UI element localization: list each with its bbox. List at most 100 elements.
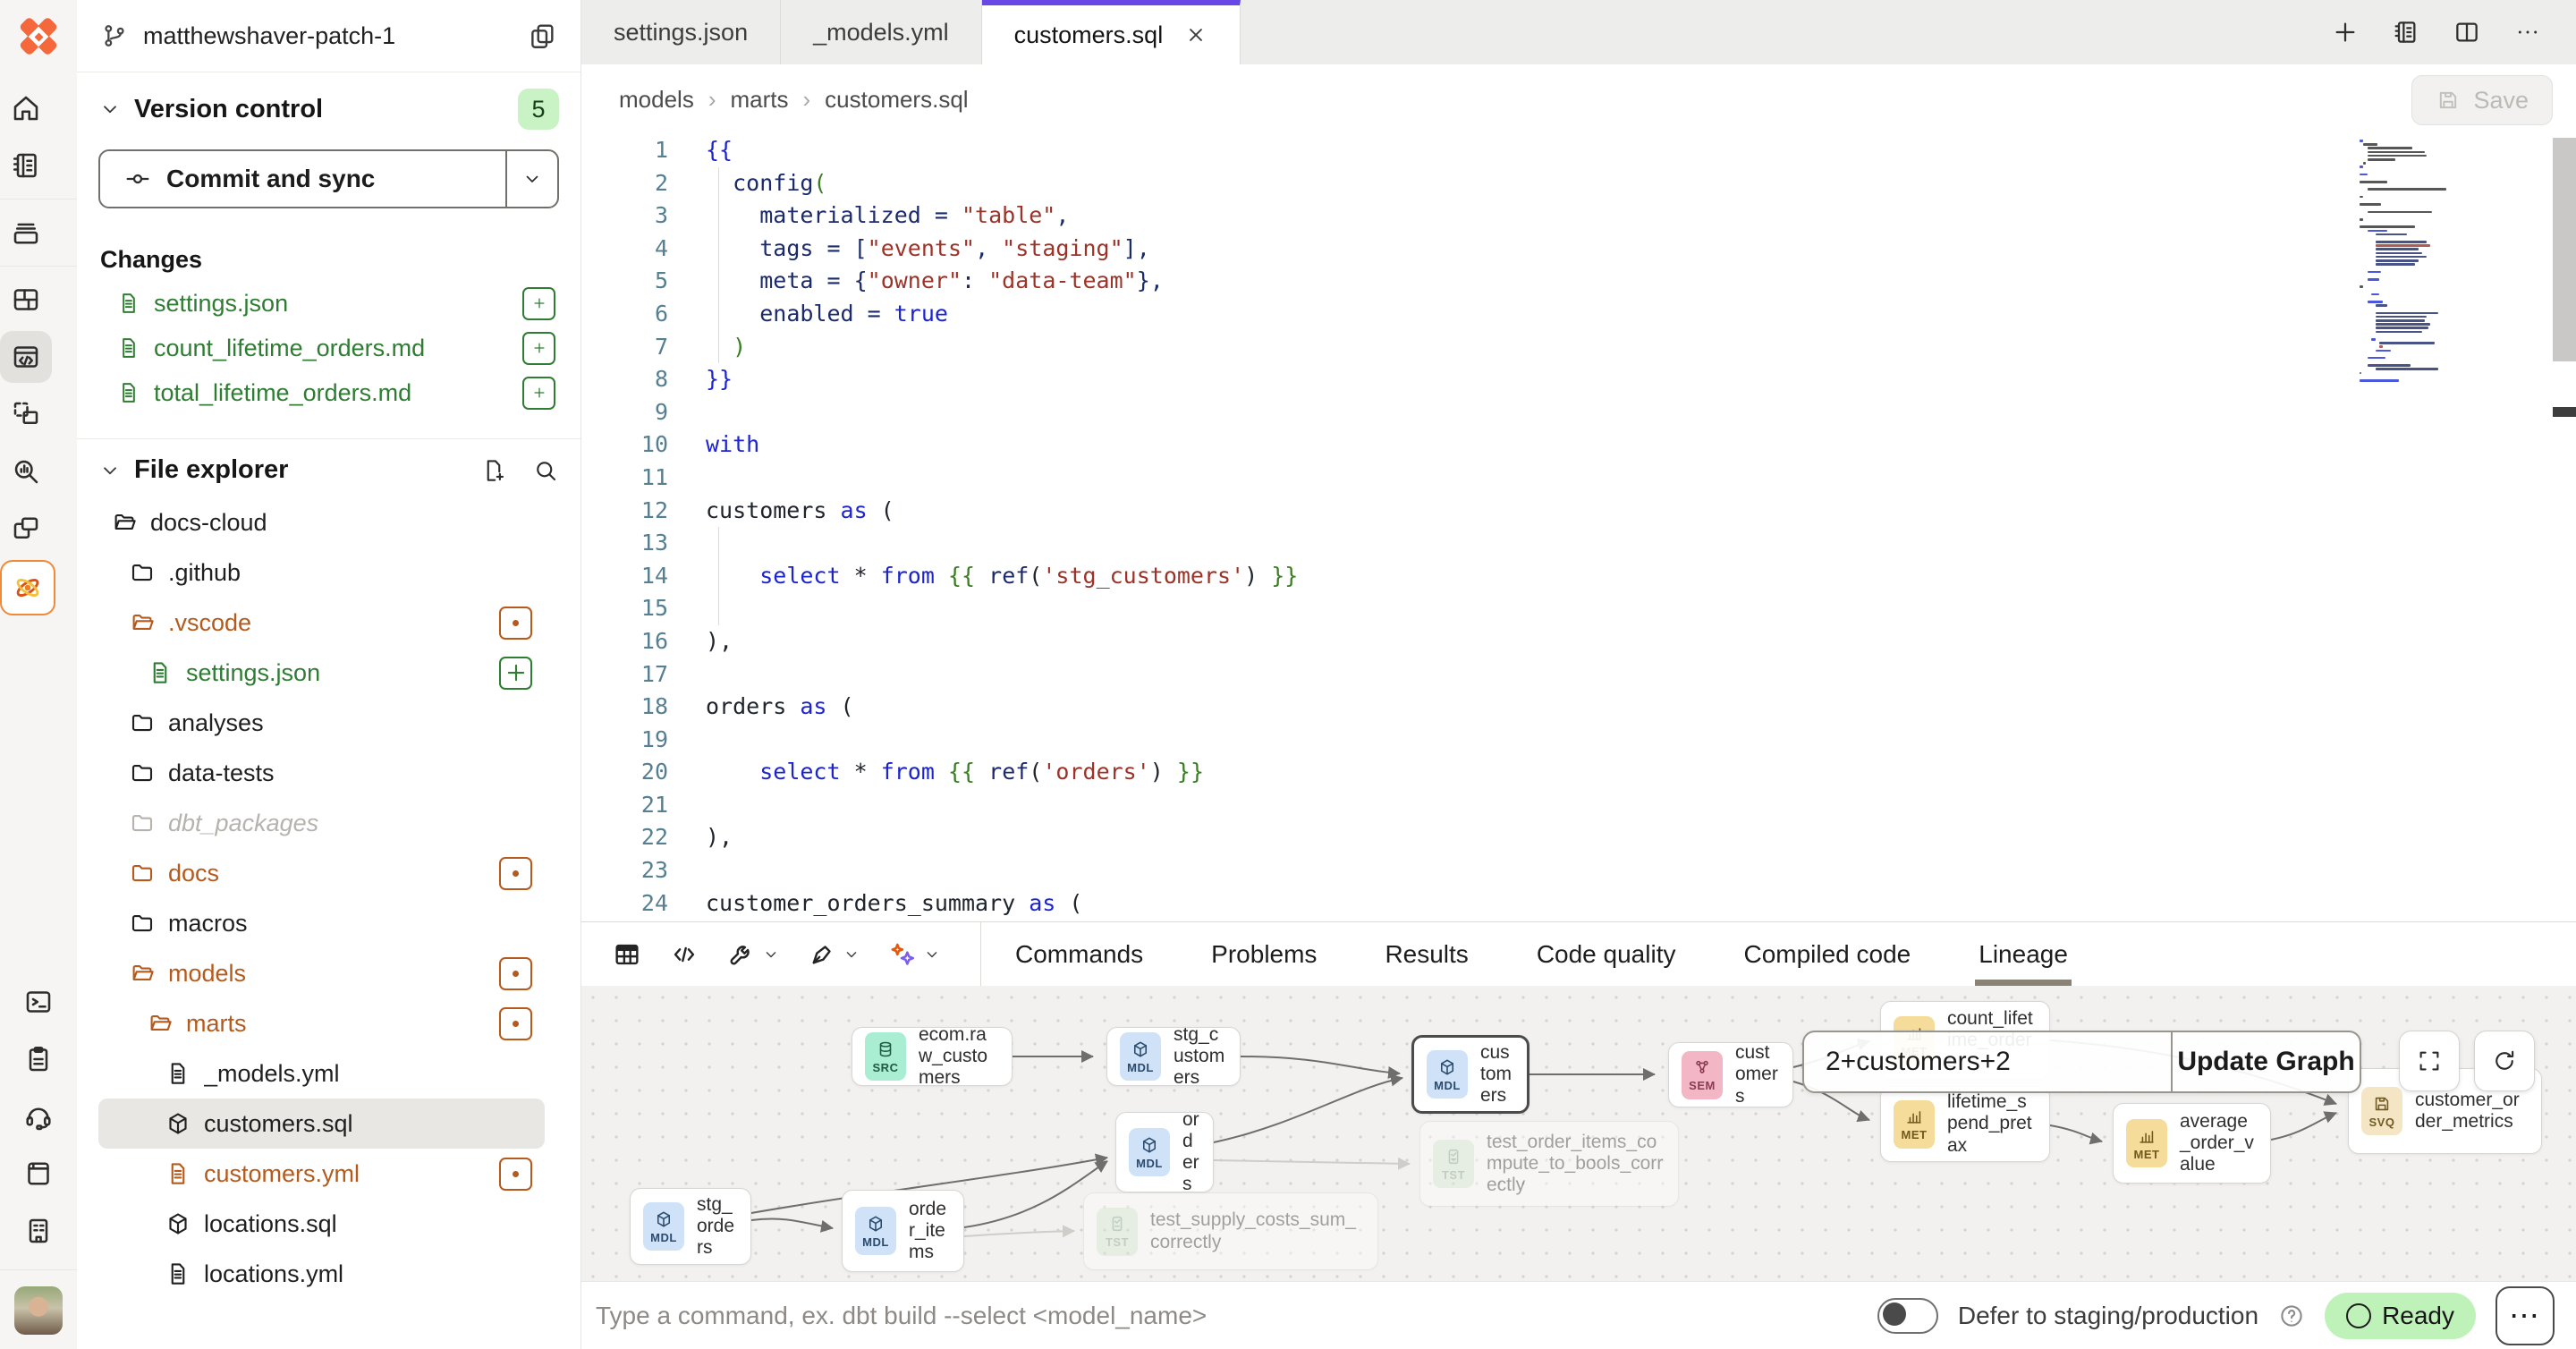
- status-more-button[interactable]: ⋯: [2496, 1286, 2555, 1345]
- code-line[interactable]: 21: [581, 789, 2576, 822]
- status-badge[interactable]: Ready: [2325, 1293, 2476, 1339]
- tree-item-locations.yml[interactable]: locations.yml: [98, 1249, 545, 1299]
- code-line[interactable]: 5 meta = {"owner": "data-team"},: [581, 265, 2576, 298]
- panel-tool-results-table[interactable]: [603, 939, 651, 970]
- tree-item-analyses[interactable]: analyses: [98, 698, 545, 748]
- added-badge[interactable]: [499, 657, 532, 690]
- rail-insights-icon[interactable]: [0, 445, 52, 497]
- split-editor-icon[interactable]: [2453, 18, 2481, 47]
- tree-item-customers.sql[interactable]: customers.sql: [98, 1099, 545, 1149]
- panel-tab-Compiled code[interactable]: Compiled code: [1709, 922, 1945, 987]
- rail-windows-icon[interactable]: [0, 503, 52, 555]
- rail-home-icon[interactable]: [0, 82, 52, 134]
- lineage-node-test_order_items_compute_to_bools_correctly[interactable]: TSTtest_order_items_compute_to_bools_cor…: [1419, 1121, 1679, 1207]
- panel-tool-sparkle[interactable]: [878, 939, 950, 970]
- fullscreen-button[interactable]: [2399, 1031, 2460, 1091]
- breadcrumb-item[interactable]: models: [619, 86, 694, 114]
- commit-options-caret[interactable]: [505, 151, 557, 207]
- code-line[interactable]: 1{{: [581, 134, 2576, 167]
- lineage-node-order_items[interactable]: MDLorder_items: [842, 1190, 964, 1272]
- breadcrumb-item[interactable]: customers.sql: [825, 86, 968, 114]
- code-line[interactable]: 8}}: [581, 363, 2576, 396]
- rail-clipboard-icon[interactable]: [13, 1033, 64, 1085]
- panel-tab-Results[interactable]: Results: [1351, 922, 1502, 987]
- rail-ide-icon[interactable]: [0, 331, 52, 383]
- tree-item-dbt_packages[interactable]: dbt_packages: [98, 798, 545, 848]
- rail-notebook-icon[interactable]: [0, 140, 52, 191]
- chevron-down-icon[interactable]: [843, 946, 860, 963]
- search-icon[interactable]: [532, 457, 559, 484]
- code-line[interactable]: 24customer_orders_summary as (: [581, 887, 2576, 921]
- panel-tab-Code quality[interactable]: Code quality: [1503, 922, 1710, 987]
- commit-and-sync-button[interactable]: Commit and sync: [98, 149, 559, 208]
- stage-file-button[interactable]: [522, 287, 555, 320]
- rail-organization-icon[interactable]: [13, 1205, 64, 1257]
- branch-name[interactable]: matthewshaver-patch-1: [143, 22, 513, 50]
- code-line[interactable]: 16),: [581, 625, 2576, 658]
- code-line[interactable]: 15: [581, 592, 2576, 625]
- more-options-icon[interactable]: [2513, 18, 2542, 47]
- panel-tab-Problems[interactable]: Problems: [1177, 922, 1351, 987]
- code-line[interactable]: 14 select * from {{ ref('stg_customers')…: [581, 560, 2576, 593]
- changed-file-row[interactable]: settings.json: [98, 281, 559, 326]
- editor-scrollbar[interactable]: [2553, 138, 2576, 361]
- lineage-node-stg_orders[interactable]: MDLstg_orders: [630, 1188, 751, 1265]
- stage-file-button[interactable]: [522, 332, 555, 365]
- tree-item-models[interactable]: models: [98, 948, 545, 998]
- lineage-node-stg_customers[interactable]: MDLstg_customers: [1106, 1027, 1241, 1086]
- lineage-node-test_supply_costs_sum_correctly[interactable]: TSTtest_supply_costs_sum_correctly: [1083, 1192, 1378, 1270]
- rail-book-icon[interactable]: [13, 1148, 64, 1200]
- chevron-down-icon[interactable]: [98, 98, 122, 121]
- tree-item-macros[interactable]: macros: [98, 898, 545, 948]
- rail-copilot-icon[interactable]: [0, 560, 55, 615]
- panel-tool-code-preview[interactable]: [660, 939, 708, 970]
- tree-item-docs[interactable]: docs: [98, 848, 545, 898]
- help-icon[interactable]: [2278, 1302, 2305, 1329]
- copy-branch-icon[interactable]: [527, 21, 557, 51]
- tree-item-docs-cloud[interactable]: docs-cloud: [98, 497, 545, 547]
- code-line[interactable]: 11: [581, 462, 2576, 495]
- new-file-icon[interactable]: [480, 457, 507, 484]
- chevron-down-icon[interactable]: [762, 946, 780, 963]
- breadcrumb-item[interactable]: marts: [731, 86, 789, 114]
- minimap[interactable]: [2360, 140, 2517, 383]
- update-graph-button[interactable]: Update Graph: [2171, 1032, 2360, 1091]
- tree-item-customers.yml[interactable]: customers.yml: [98, 1149, 545, 1199]
- refresh-graph-button[interactable]: [2474, 1031, 2535, 1091]
- rail-archive-icon[interactable]: [0, 207, 52, 259]
- notebook-icon[interactable]: [2392, 18, 2420, 47]
- code-line[interactable]: 23: [581, 854, 2576, 887]
- code-line[interactable]: 19: [581, 724, 2576, 757]
- lineage-selector-input[interactable]: [1804, 1032, 2171, 1091]
- lineage-node-customers[interactable]: SEMcustomers: [1668, 1042, 1793, 1107]
- panel-tab-Lineage[interactable]: Lineage: [1945, 922, 2102, 987]
- code-line[interactable]: 12customers as (: [581, 495, 2576, 528]
- code-line[interactable]: 6 enabled = true: [581, 298, 2576, 331]
- lineage-node-lifetime_spend_pretax[interactable]: METlifetime_spend_pretax: [1880, 1086, 2050, 1162]
- code-line[interactable]: 9: [581, 396, 2576, 429]
- changed-file-row[interactable]: total_lifetime_orders.md: [98, 370, 559, 415]
- tree-item-marts[interactable]: marts: [98, 998, 545, 1048]
- lineage-node-ecom.raw_customers[interactable]: SRCecom.raw_customers: [852, 1027, 1013, 1086]
- chevron-down-icon[interactable]: [98, 459, 122, 482]
- code-line[interactable]: 7 ): [581, 331, 2576, 364]
- close-tab-icon[interactable]: [1184, 23, 1208, 47]
- rail-terminal-icon[interactable]: [13, 976, 64, 1028]
- defer-toggle[interactable]: [1877, 1298, 1938, 1334]
- panel-tool-test[interactable]: [798, 939, 869, 970]
- panel-tool-build[interactable]: [717, 939, 789, 970]
- rail-selection-icon[interactable]: [0, 388, 52, 440]
- tree-item-settings.json[interactable]: settings.json: [98, 648, 545, 698]
- lineage-node-average_order_value[interactable]: METaverage_order_value: [2113, 1103, 2271, 1184]
- code-line[interactable]: 13: [581, 527, 2576, 560]
- editor-tab-_models.yml[interactable]: _models.yml: [781, 0, 982, 64]
- user-avatar[interactable]: [14, 1286, 63, 1335]
- changed-file-row[interactable]: count_lifetime_orders.md: [98, 326, 559, 370]
- tree-item-.github[interactable]: .github: [98, 547, 545, 598]
- code-line[interactable]: 20 select * from {{ ref('orders') }}: [581, 756, 2576, 789]
- code-line[interactable]: 2 config(: [581, 167, 2576, 200]
- code-line[interactable]: 10with: [581, 428, 2576, 462]
- lineage-graph[interactable]: SRCecom.raw_customers MDLstg_customers MDL…: [581, 986, 2576, 1281]
- code-editor[interactable]: 1{{2 config(3 materialized = "table",4 t…: [581, 134, 2576, 921]
- command-input[interactable]: [581, 1301, 1877, 1331]
